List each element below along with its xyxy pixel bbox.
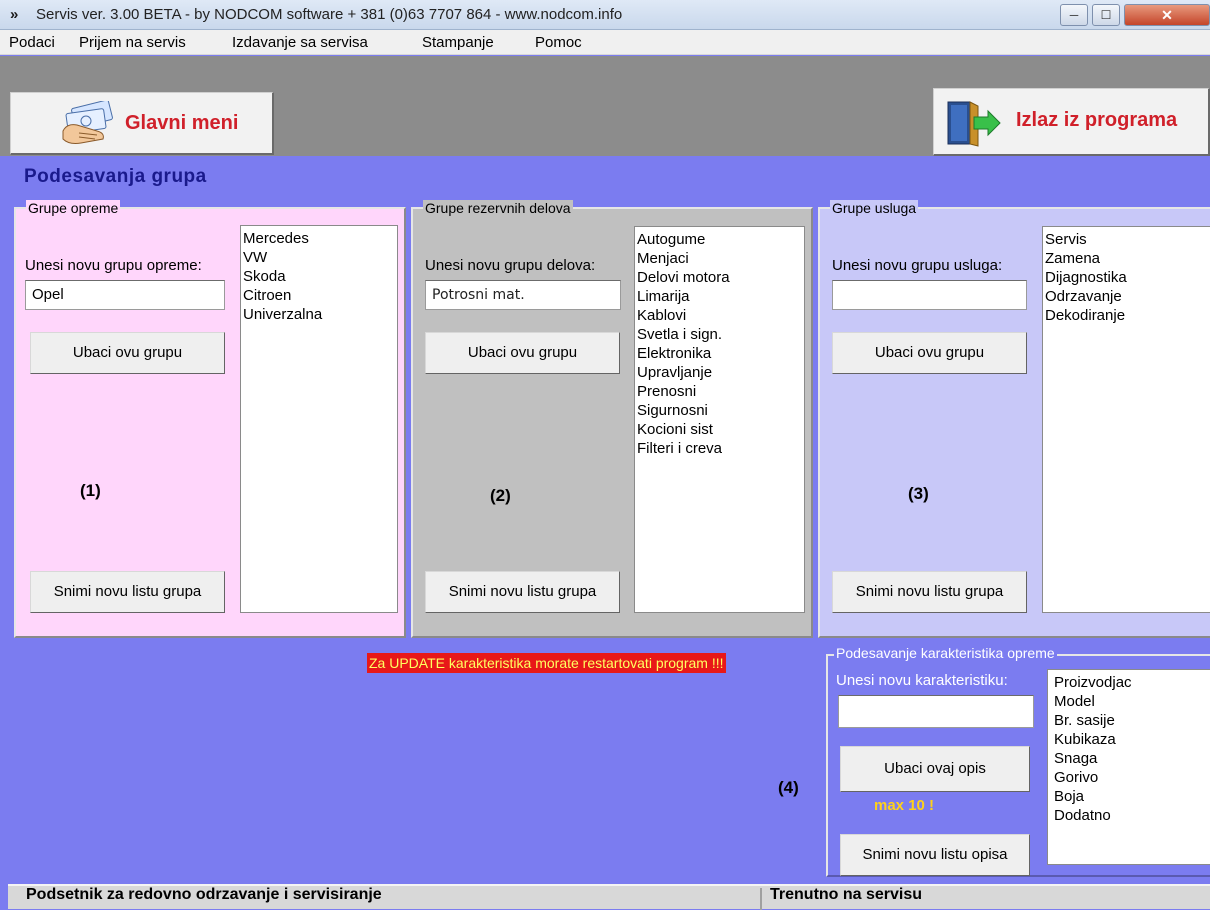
list-item[interactable]: Odrzavanje <box>1045 287 1208 306</box>
list-item[interactable]: Delovi motora <box>637 268 802 287</box>
list-item[interactable]: Gorivo <box>1054 768 1208 787</box>
parts-insert-button[interactable]: Ubaci ovu grupu <box>425 332 620 374</box>
parts-save-button[interactable]: Snimi novu listu grupa <box>425 571 620 613</box>
close-button[interactable]: ✕ <box>1124 4 1210 26</box>
list-item[interactable]: Upravljanje <box>637 363 802 382</box>
list-item[interactable]: Limarija <box>637 287 802 306</box>
menu-bar: Podaci Prijem na servis Izdavanje sa ser… <box>0 30 1210 55</box>
menu-prijem-na-servis[interactable]: Prijem na servis <box>79 30 186 55</box>
services-save-button[interactable]: Snimi novu listu grupa <box>832 571 1027 613</box>
list-item[interactable]: Dodatno <box>1054 806 1208 825</box>
menu-izdavanje-sa-servisa[interactable]: Izdavanje sa servisa <box>232 30 368 55</box>
characteristics-legend: Podesavanje karakteristika opreme <box>834 645 1057 661</box>
list-item[interactable]: Kubikaza <box>1054 730 1208 749</box>
main-menu-button[interactable]: Glavni meni <box>10 92 274 155</box>
minimize-button[interactable]: ─ <box>1060 4 1088 26</box>
list-item[interactable]: Autogume <box>637 230 802 249</box>
exit-label: Izlaz iz programa <box>1016 109 1178 131</box>
characteristics-marker: (4) <box>778 778 799 797</box>
list-item[interactable]: Skoda <box>243 267 395 286</box>
maximize-button[interactable]: ☐ <box>1092 4 1120 26</box>
parts-groups-legend: Grupe rezervnih delova <box>423 200 573 216</box>
window-title: Servis ver. 3.00 BETA - by NODCOM softwa… <box>36 6 623 23</box>
service-groups-list[interactable]: Servis Zamena Dijagnostika Odrzavanje De… <box>1042 226 1210 613</box>
services-insert-button[interactable]: Ubaci ovu grupu <box>832 332 1027 374</box>
list-item[interactable]: Kocioni sist <box>637 420 802 439</box>
exit-button[interactable]: Izlaz iz programa <box>933 88 1210 156</box>
currently-in-service-label: Trenutno na servisu <box>770 886 923 903</box>
characteristics-insert-button[interactable]: Ubaci ovaj opis <box>840 746 1030 792</box>
parts-groups-list[interactable]: Autogume Menjaci Delovi motora Limarija … <box>634 226 805 613</box>
characteristics-input-label: Unesi novu karakteristiku: <box>836 672 1008 689</box>
list-item[interactable]: Servis <box>1045 230 1208 249</box>
services-input-label: Unesi novu grupu usluga: <box>832 257 1003 274</box>
service-groups-legend: Grupe usluga <box>830 200 919 216</box>
equipment-groups-legend: Grupe opreme <box>26 200 121 216</box>
equipment-group-input[interactable]: Opel <box>25 280 225 310</box>
menu-pomoc[interactable]: Pomoc <box>535 30 582 55</box>
list-item[interactable]: Zamena <box>1045 249 1208 268</box>
parts-marker: (2) <box>490 486 511 505</box>
main-menu-label: Glavni meni <box>125 112 239 134</box>
list-item[interactable]: Prenosni <box>637 382 802 401</box>
equipment-input-label: Unesi novu grupu opreme: <box>25 257 202 274</box>
parts-input-label: Unesi novu grupu delova: <box>425 257 596 274</box>
list-item[interactable]: Univerzalna <box>243 305 395 324</box>
services-marker: (3) <box>908 484 929 503</box>
equipment-insert-button[interactable]: Ubaci ovu grupu <box>30 332 225 374</box>
menu-podaci[interactable]: Podaci <box>9 30 55 55</box>
list-item[interactable]: Model <box>1054 692 1208 711</box>
max-items-note: max 10 ! <box>874 797 935 814</box>
list-item[interactable]: Dekodiranje <box>1045 306 1208 325</box>
parts-group-input[interactable]: Potrosni mat. <box>425 280 621 310</box>
list-item[interactable]: Proizvodjac <box>1054 673 1208 692</box>
list-item[interactable]: Mercedes <box>243 229 395 248</box>
list-item[interactable]: VW <box>243 248 395 267</box>
characteristics-input[interactable] <box>838 695 1034 728</box>
equipment-save-button[interactable]: Snimi novu listu grupa <box>30 571 225 613</box>
list-item[interactable]: Dijagnostika <box>1045 268 1208 287</box>
update-warning: Za UPDATE karakteristika morate restarto… <box>367 653 726 673</box>
characteristics-list[interactable]: Proizvodjac Model Br. sasije Kubikaza Sn… <box>1047 669 1210 865</box>
money-hand-icon <box>62 101 113 144</box>
menu-stampanje[interactable]: Stampanje <box>422 30 494 55</box>
equipment-marker: (1) <box>80 481 101 500</box>
list-item[interactable]: Menjaci <box>637 249 802 268</box>
list-item[interactable]: Sigurnosni <box>637 401 802 420</box>
bottom-bar: Podsetnik za redovno odrzavanje i servis… <box>8 884 1210 910</box>
list-item[interactable]: Elektronika <box>637 344 802 363</box>
list-item[interactable]: Boja <box>1054 787 1208 806</box>
list-item[interactable]: Filteri i creva <box>637 439 802 458</box>
list-item[interactable]: Svetla i sign. <box>637 325 802 344</box>
list-item[interactable]: Kablovi <box>637 306 802 325</box>
page-title: Podesavanja grupa <box>24 166 207 187</box>
services-group-input[interactable] <box>832 280 1027 310</box>
list-item[interactable]: Snaga <box>1054 749 1208 768</box>
bottom-divider <box>760 888 762 910</box>
exit-door-icon <box>947 101 1001 147</box>
equipment-groups-list[interactable]: Mercedes VW Skoda Citroen Univerzalna <box>240 225 398 613</box>
characteristics-save-button[interactable]: Snimi novu listu opisa <box>840 834 1030 876</box>
maintenance-reminder-label: Podsetnik za redovno odrzavanje i servis… <box>26 886 382 903</box>
list-item[interactable]: Citroen <box>243 286 395 305</box>
list-item[interactable]: Br. sasije <box>1054 711 1208 730</box>
app-icon: » <box>10 6 18 23</box>
